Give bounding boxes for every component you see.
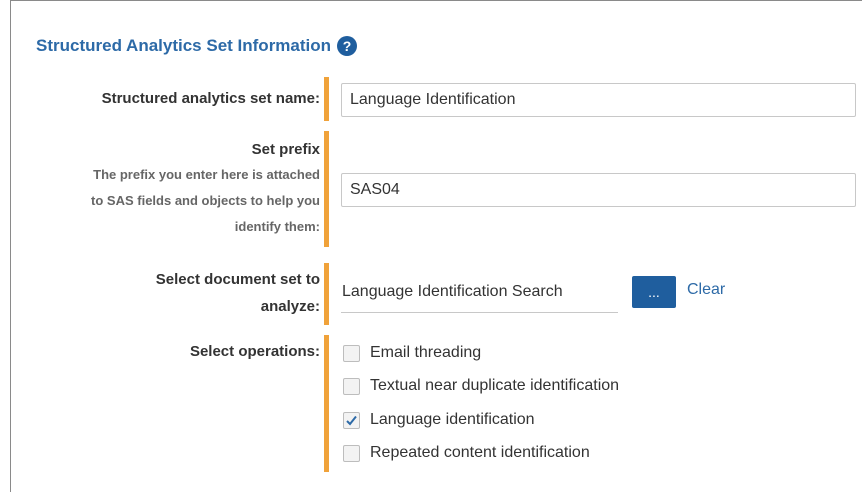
set-prefix-help-line-3: identify them: [234, 219, 320, 234]
accent-bar-prefix [324, 131, 329, 247]
operation-textual-near-duplicate[interactable]: Textual near duplicate identification [343, 377, 619, 395]
section-header: Structured Analytics Set Information ? [36, 36, 358, 56]
operation-label: Textual near duplicate identification [370, 377, 620, 394]
operations-label: Select operations: [189, 343, 320, 360]
accent-bar-docset [324, 263, 329, 325]
checkbox-email-threading[interactable] [343, 344, 360, 362]
checkmark-icon [346, 415, 357, 425]
checkbox-textual-near-duplicate[interactable] [343, 377, 360, 395]
set-prefix-label: Set prefix [251, 141, 320, 158]
docset-label-line-1: Select document set to [155, 271, 320, 288]
help-icon[interactable]: ? [337, 36, 358, 56]
docset-label-line-2: analyze: [260, 298, 320, 315]
operation-label: Language identification [370, 411, 535, 428]
set-prefix-input[interactable] [341, 173, 856, 207]
checkbox-repeated-content[interactable] [343, 444, 360, 462]
browse-button[interactable]: ... [632, 276, 676, 308]
operation-repeated-content[interactable]: Repeated content identification [343, 444, 590, 462]
set-name-label: Structured analytics set name: [101, 90, 320, 107]
panel: Structured Analytics Set Information ? S… [10, 0, 862, 492]
operation-email-threading[interactable]: Email threading [343, 344, 481, 362]
operation-language-identification[interactable]: Language identification [343, 411, 535, 429]
set-prefix-help-line-2: to SAS fields and objects to help you [91, 193, 320, 208]
accent-bar-name [324, 77, 329, 121]
operation-label: Email threading [370, 344, 482, 361]
operation-label: Repeated content identification [370, 444, 590, 461]
set-name-input[interactable] [341, 83, 856, 117]
section-title: Structured Analytics Set Information [36, 36, 332, 55]
accent-bar-operations [324, 335, 329, 472]
set-prefix-help-line-1: The prefix you enter here is attached [93, 167, 320, 182]
checkbox-language-identification[interactable] [343, 411, 360, 429]
docset-field[interactable]: Language Identification Search [341, 277, 618, 313]
clear-link[interactable]: Clear [687, 281, 725, 299]
